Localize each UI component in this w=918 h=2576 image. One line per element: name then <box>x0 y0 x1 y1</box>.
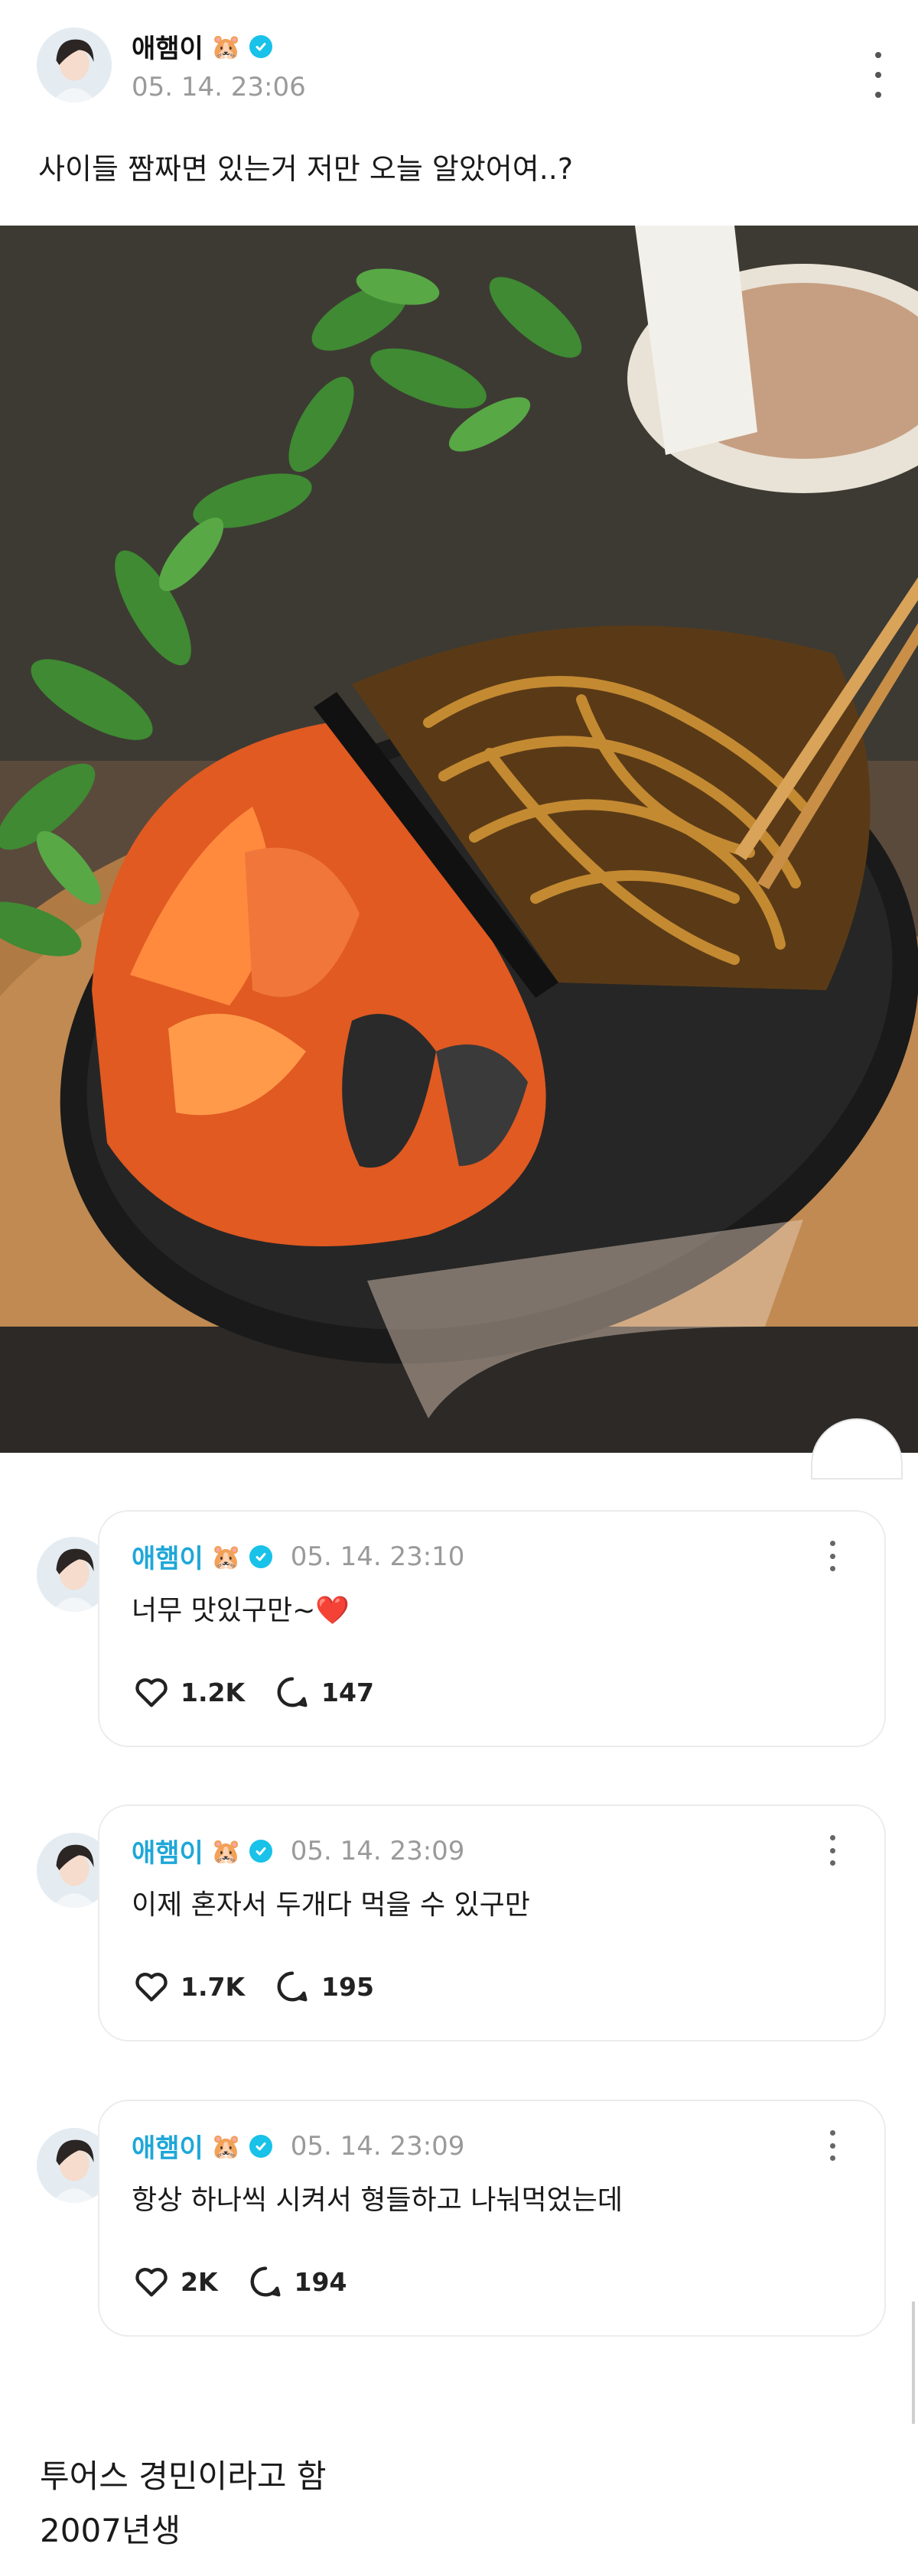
reply-text: 이제 혼자서 두개다 먹을 수 있구만 <box>132 1889 530 1921</box>
comment-icon <box>250 2266 281 2297</box>
post-text: 사이들 짬짜면 있는거 저만 오늘 알았어여..? <box>38 152 574 186</box>
reply-card[interactable]: 애햄이 🐹 05. 14. 23:09 이제 혼자서 두개다 먹을 수 있구만 … <box>98 1804 886 2042</box>
reply-author-row: 애햄이 🐹 05. 14. 23:10 <box>132 1538 464 1575</box>
comment-icon <box>277 1677 308 1707</box>
caption-line-1: 투어스 경민이라고 함 <box>40 2457 327 2495</box>
hamster-emoji: 🐹 <box>210 1836 242 1866</box>
reply-author-row: 애햄이 🐹 05. 14. 23:09 <box>132 1832 464 1869</box>
post-avatar[interactable] <box>37 28 112 102</box>
post-username[interactable]: 애햄이 <box>132 28 203 65</box>
reply-timestamp: 05. 14. 23:10 <box>290 1541 465 1572</box>
reply-text: 항상 하나씩 시켜서 형들하고 나눠먹었는데 <box>132 2185 623 2216</box>
comment-count: 195 <box>321 1971 374 2002</box>
hamster-emoji: 🐹 <box>210 1541 242 1571</box>
more-options-icon[interactable] <box>822 2130 843 2161</box>
reply-timestamp: 05. 14. 23:09 <box>290 2130 465 2162</box>
post-photo[interactable] <box>0 226 918 1453</box>
post-timestamp: 05. 14. 23:06 <box>132 72 306 102</box>
heart-icon <box>135 1678 168 1707</box>
reply-actions: 2K 194 <box>132 2262 347 2302</box>
comment-count: 194 <box>294 2266 347 2297</box>
comment-count: 147 <box>321 1677 374 1707</box>
reply-actions: 1.7K 195 <box>132 1967 374 2006</box>
reply-card[interactable]: 애햄이 🐹 05. 14. 23:10 너무 맛있구만~❤️ 1.2K 147 <box>98 1510 886 1747</box>
verified-badge-icon <box>249 1839 272 1863</box>
more-options-icon[interactable] <box>822 1835 843 1866</box>
hamster-emoji: 🐹 <box>210 2131 242 2161</box>
hamster-emoji: 🐹 <box>210 31 242 61</box>
like-button[interactable]: 1.7K <box>132 1967 245 2006</box>
post-header: 애햄이 🐹 05. 14. 23:06 사이들 짬짜면 있는거 저만 오늘 알았… <box>0 0 918 222</box>
comment-button[interactable]: 195 <box>272 1967 374 2006</box>
reply-author-row: 애햄이 🐹 05. 14. 23:09 <box>132 2127 464 2165</box>
like-button[interactable]: 1.2K <box>132 1672 245 1712</box>
heart-icon <box>135 1973 168 2002</box>
like-button[interactable]: 2K <box>132 2262 218 2302</box>
reply-text: 너무 맛있구만~❤️ <box>132 1595 350 1626</box>
like-count: 2K <box>181 2266 218 2297</box>
reply-card[interactable]: 애햄이 🐹 05. 14. 23:09 항상 하나씩 시켜서 형들하고 나눠먹었… <box>98 2100 886 2337</box>
verified-badge-icon <box>249 1545 272 1568</box>
comment-button[interactable]: 147 <box>272 1672 374 1712</box>
post-author-row: 애햄이 🐹 <box>132 28 272 65</box>
reply-username[interactable]: 애햄이 <box>132 1832 203 1869</box>
more-options-icon[interactable] <box>822 1541 843 1571</box>
comment-icon <box>277 1971 308 2002</box>
comment-button[interactable]: 194 <box>246 2262 347 2302</box>
reply-username[interactable]: 애햄이 <box>132 2127 203 2165</box>
reply-actions: 1.2K 147 <box>132 1672 374 1712</box>
more-options-icon[interactable] <box>868 52 889 98</box>
verified-badge-icon <box>249 2134 272 2158</box>
reply-username[interactable]: 애햄이 <box>132 1538 203 1575</box>
verified-badge-icon <box>249 34 272 58</box>
caption-line-2: 2007년생 <box>40 2512 181 2549</box>
scrollbar[interactable] <box>912 2302 915 2424</box>
like-count: 1.2K <box>181 1677 246 1707</box>
heart-icon <box>135 2268 168 2297</box>
reply-timestamp: 05. 14. 23:09 <box>290 1835 465 1866</box>
like-count: 1.7K <box>181 1971 246 2002</box>
